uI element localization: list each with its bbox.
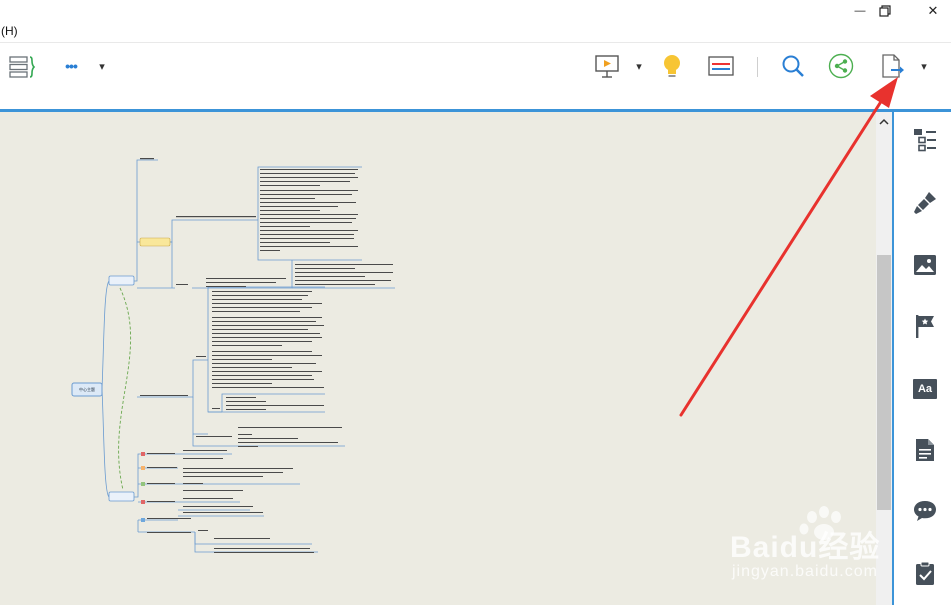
- watermark-brand: Baidu经验: [730, 531, 881, 564]
- watermark-url: jingyan.baidu.com: [732, 563, 878, 580]
